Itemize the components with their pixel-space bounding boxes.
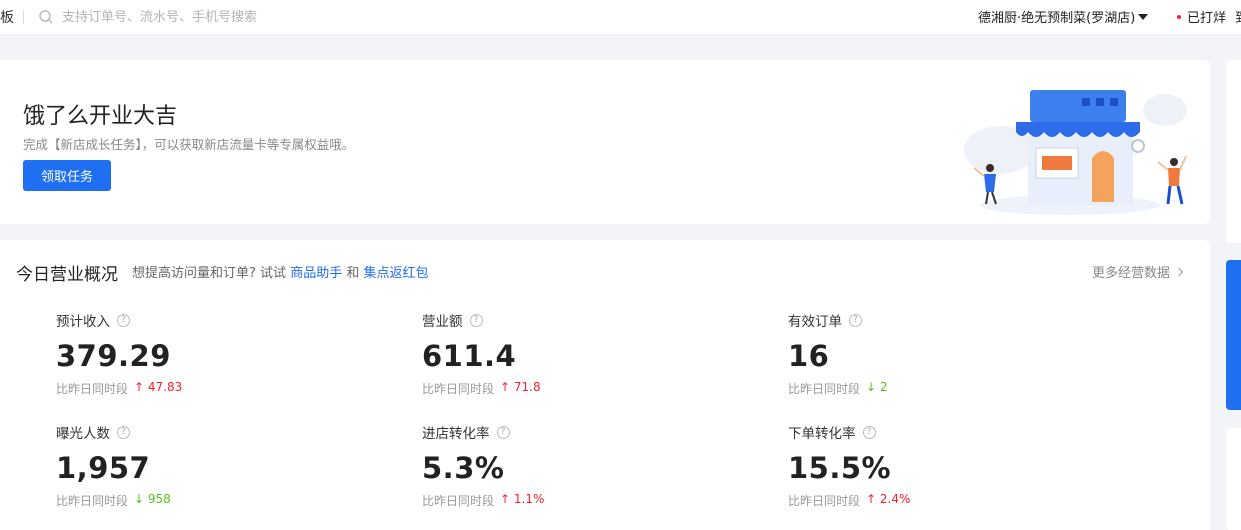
metric-valid-orders: 有效订单? 16 比昨日同时段 ↓ 2 <box>788 310 1118 397</box>
help-icon[interactable]: ? <box>469 313 483 327</box>
shop-status-label: 已打烊 <box>1187 11 1227 26</box>
metric-label: 曝光人数 <box>56 426 110 442</box>
metric-delta-value: 47.83 <box>147 380 183 394</box>
metric-label: 有效订单 <box>788 314 842 330</box>
metric-exposure: 曝光人数? 1,957 比昨日同时段 ↓ 958 <box>56 422 386 509</box>
point-redpacket-link[interactable]: 集点返红包 <box>364 266 429 281</box>
cut-off-text: 到 <box>1235 7 1241 26</box>
metric-delta: ↓ 2 <box>866 380 888 397</box>
overview-hint: 想提高访问量和订单? 试试 商品助手 和 集点返红包 <box>132 262 429 281</box>
metric-value: 379.29 <box>56 339 171 373</box>
metric-delta-value: 1.1% <box>513 492 545 506</box>
metric-compare-label: 比昨日同时段 <box>788 382 861 396</box>
more-business-data-link[interactable]: 更多经营数据 <box>1092 262 1184 281</box>
metric-compare-label: 比昨日同时段 <box>788 494 861 508</box>
metric-value: 611.4 <box>422 339 517 373</box>
metric-value: 16 <box>788 339 830 373</box>
metric-label: 预计收入 <box>56 314 110 330</box>
arrow-down-icon: ↓ <box>134 492 145 506</box>
today-business-overview: 今日营业概况 想提高访问量和订单? 试试 商品助手 和 集点返红包 更多经营数据… <box>0 240 1210 530</box>
store-selector[interactable]: 德湘厨·绝无预制菜(罗湖店) <box>978 7 1149 26</box>
shop-status[interactable]: 已打烊 <box>1177 7 1226 26</box>
metric-label: 进店转化率 <box>422 426 490 442</box>
metric-delta-value: 2 <box>879 380 888 394</box>
banner-title: 饿了么开业大吉 <box>23 104 178 129</box>
caret-down-icon <box>1138 13 1149 20</box>
opening-banner: 饿了么开业大吉 完成【新店成长任务】，可以获取新店流量卡等专属权益哦。 领取任务 <box>0 60 1210 224</box>
search-input[interactable] <box>62 5 382 29</box>
store-name: 德湘厨·绝无预制菜(罗湖店) <box>978 11 1136 26</box>
right-side-panel-lower <box>1226 428 1241 530</box>
product-assistant-link[interactable]: 商品助手 <box>290 266 342 281</box>
page-title-fragment: 板 <box>0 10 14 26</box>
metric-order-conversion: 下单转化率? 15.5% 比昨日同时段 ↑ 2.4% <box>788 422 1118 509</box>
metric-delta: ↑ 71.8 <box>500 380 541 397</box>
metric-delta: ↓ 958 <box>134 492 171 509</box>
metric-expected-income: 预计收入? 379.29 比昨日同时段 ↑ 47.83 <box>56 310 386 397</box>
help-icon[interactable]: ? <box>117 313 130 327</box>
metric-delta-value: 2.4% <box>879 492 911 506</box>
arrow-up-icon: ↑ <box>866 492 877 506</box>
overview-title: 今日营业概况 <box>16 265 118 285</box>
divider <box>23 10 24 24</box>
metric-label: 下单转化率 <box>788 426 856 442</box>
metric-delta: ↑ 2.4% <box>866 492 910 509</box>
help-icon[interactable]: ? <box>117 425 130 439</box>
metric-compare-label: 比昨日同时段 <box>56 494 129 508</box>
search-icon <box>39 10 53 24</box>
help-icon[interactable]: ? <box>849 313 862 327</box>
arrow-up-icon: ↑ <box>500 492 511 506</box>
arrow-down-icon: ↓ <box>866 380 877 394</box>
metric-compare-label: 比昨日同时段 <box>422 494 495 508</box>
metric-label: 营业额 <box>422 314 463 330</box>
metric-value: 5.3% <box>422 451 505 485</box>
banner-description: 完成【新店成长任务】，可以获取新店流量卡等专属权益哦。 <box>23 137 355 152</box>
metric-value: 15.5% <box>788 451 892 485</box>
hint-text: 想提高访问量和订单? 试试 <box>132 266 287 281</box>
metric-delta: ↑ 1.1% <box>500 492 544 509</box>
store-illustration-icon <box>964 90 1187 215</box>
help-icon[interactable]: ? <box>496 425 510 439</box>
metric-compare-label: 比昨日同时段 <box>56 382 129 396</box>
metric-delta: ↑ 47.83 <box>134 380 182 397</box>
help-icon[interactable]: ? <box>862 425 876 439</box>
more-link-label: 更多经营数据 <box>1092 266 1171 281</box>
right-side-panel <box>1226 60 1241 243</box>
metric-compare-label: 比昨日同时段 <box>422 382 495 396</box>
metric-delta-value: 71.8 <box>513 380 541 394</box>
status-dot-icon <box>1177 14 1181 19</box>
arrow-up-icon: ↑ <box>134 380 145 394</box>
metric-value: 1,957 <box>56 451 151 485</box>
chevron-right-icon <box>1174 267 1184 276</box>
metric-delta-value: 958 <box>147 492 171 506</box>
arrow-up-icon: ↑ <box>500 380 511 394</box>
hint-and: 和 <box>346 266 360 281</box>
metric-revenue: 营业额? 611.4 比昨日同时段 ↑ 71.8 <box>422 310 752 397</box>
metric-store-conversion: 进店转化率? 5.3% 比昨日同时段 ↑ 1.1% <box>422 422 752 509</box>
right-side-blue-panel[interactable] <box>1226 260 1241 410</box>
top-bar: 板 德湘厨·绝无预制菜(罗湖店) 已打烊 到 <box>0 0 1241 34</box>
claim-task-button[interactable]: 领取任务 <box>23 160 111 191</box>
